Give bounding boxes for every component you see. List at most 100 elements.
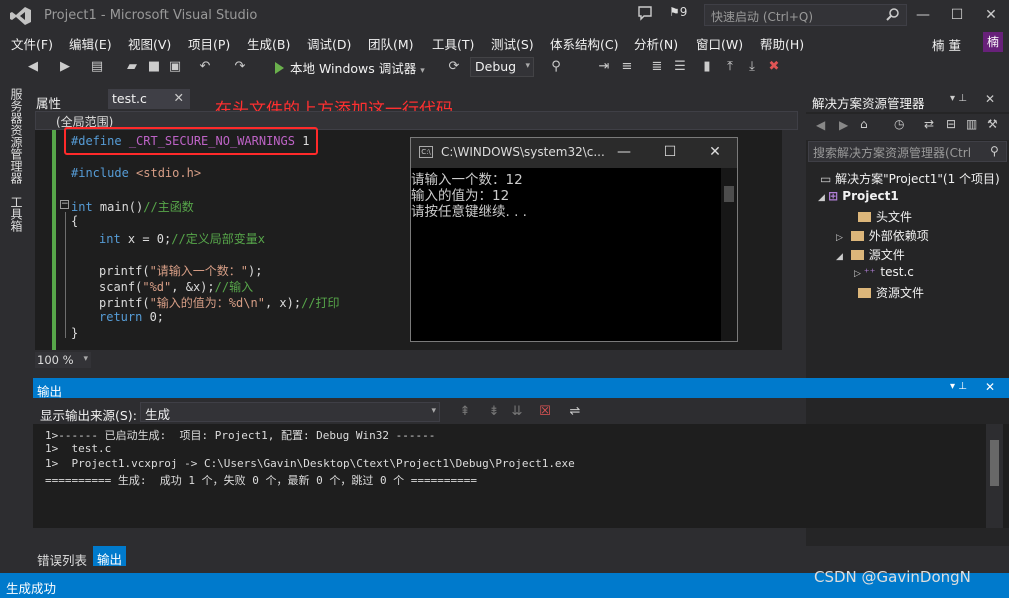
save-icon[interactable]: ■ — [147, 60, 161, 74]
close-icon[interactable]: ✕ — [985, 380, 995, 394]
goto-previous-icon[interactable]: ⇞ — [458, 405, 472, 419]
tree-header-files[interactable]: 头文件 — [858, 208, 912, 225]
tree-resource-files[interactable]: 资源文件 — [858, 284, 924, 301]
avatar[interactable]: 楠 — [983, 32, 1003, 52]
redo-icon[interactable]: ↷ — [233, 60, 247, 74]
tab-error-list[interactable]: 错误列表 — [37, 550, 87, 569]
back-icon[interactable]: ◀ — [816, 118, 825, 132]
output-line: 1> test.c — [45, 442, 112, 455]
pin-icon[interactable]: ▾ ⊥ — [950, 93, 967, 104]
sync-icon[interactable]: ⇄ — [924, 117, 934, 131]
close-icon[interactable]: ✕ — [174, 90, 184, 105]
code-text: , x); — [264, 296, 302, 310]
notifications-button[interactable]: ⚑9 — [669, 5, 687, 19]
tab-server-explorer[interactable]: 服务器资源管理器 — [8, 88, 25, 184]
menu-tools[interactable]: 工具(T) — [432, 34, 474, 53]
console-minimize-button[interactable]: — — [609, 141, 639, 163]
configuration-select[interactable]: Debug ▾ — [470, 57, 534, 77]
start-debugging-button[interactable]: 本地 Windows 调试器 ▾ — [275, 58, 425, 78]
tree-project[interactable]: ◢ ⊞ Project1 — [818, 189, 899, 203]
editor-horizontal-scrollbar[interactable] — [95, 352, 785, 368]
tab-toolbox[interactable]: 工具箱 — [8, 196, 25, 232]
comment-icon[interactable]: ≡ — [620, 60, 634, 74]
tree-external-deps[interactable]: ▷ 外部依赖项 — [836, 227, 929, 244]
console-close-button[interactable]: ✕ — [700, 141, 730, 163]
home-icon[interactable]: ⌂ — [860, 117, 868, 131]
tab-properties[interactable]: 属性 — [36, 93, 61, 112]
properties-icon[interactable]: ⚒ — [987, 117, 998, 131]
open-file-icon[interactable]: ▰ — [125, 60, 139, 74]
close-button[interactable]: ✕ — [974, 2, 1008, 28]
close-icon[interactable]: ✕ — [985, 92, 995, 106]
find-icon[interactable]: ⚲ — [549, 60, 563, 74]
new-project-icon[interactable]: ▤ — [90, 60, 104, 74]
find-message-icon[interactable]: ⇊ — [510, 405, 524, 419]
menu-architecture[interactable]: 体系结构(C) — [550, 34, 618, 53]
undo-icon[interactable]: ↶ — [198, 60, 212, 74]
solution-search-input[interactable]: 搜索解决方案资源管理器(Ctrl — [808, 141, 1007, 162]
menu-project[interactable]: 项目(P) — [188, 34, 230, 53]
expanded-arrow-icon: ◢ — [818, 193, 829, 203]
tree-solution[interactable]: ▭ 解决方案"Project1"(1 个项目) — [820, 170, 1000, 187]
uncomment-icon[interactable]: ≣ — [650, 60, 664, 74]
clear-all-icon[interactable]: ☒ — [538, 405, 552, 419]
forward-icon[interactable]: ▶ — [58, 60, 72, 74]
output-source-select[interactable]: 生成 ▾ — [140, 402, 440, 422]
feedback-icon[interactable] — [637, 5, 653, 21]
goto-next-icon[interactable]: ⇟ — [487, 405, 501, 419]
history-icon[interactable]: ◷ — [894, 117, 904, 131]
bookmark-icon[interactable]: ▮ — [700, 60, 714, 74]
code-text: printf( — [99, 296, 150, 310]
header-name: <stdio.h> — [136, 166, 202, 180]
save-all-icon[interactable]: ▣ — [168, 60, 182, 74]
search-icon[interactable]: ⚲ — [990, 144, 999, 158]
output-source-value: 生成 — [145, 407, 171, 422]
console-scroll-thumb[interactable] — [724, 186, 734, 202]
prev-bookmark-icon[interactable]: ⤒ — [723, 60, 737, 74]
menu-help[interactable]: 帮助(H) — [760, 34, 804, 53]
word-wrap-icon[interactable]: ⇌ — [568, 405, 582, 419]
menu-team[interactable]: 团队(M) — [368, 34, 414, 53]
user-name[interactable]: 楠 董 — [932, 35, 961, 54]
tree-source-files[interactable]: ◢ 源文件 — [836, 246, 905, 263]
menu-file[interactable]: 文件(F) — [11, 34, 53, 53]
minimize-button[interactable]: — — [906, 2, 940, 28]
zoom-select[interactable]: 100 % ▾ — [35, 352, 91, 368]
refresh-icon[interactable]: ⟳ — [447, 60, 461, 74]
quick-launch-input[interactable]: 快速启动 (Ctrl+Q) — [704, 4, 907, 26]
tree-test-c[interactable]: ▷ ⁺⁺ test.c — [854, 265, 914, 279]
project-icon: ⊞ — [828, 189, 843, 203]
editor-vertical-scrollbar[interactable] — [782, 130, 798, 350]
back-icon[interactable]: ◀ — [26, 60, 40, 74]
menu-debug[interactable]: 调试(D) — [307, 34, 351, 53]
menu-build[interactable]: 生成(B) — [247, 34, 290, 53]
indent-icon[interactable]: ⇥ — [597, 60, 611, 74]
menu-analyze[interactable]: 分析(N) — [634, 34, 678, 53]
tab-output[interactable]: 输出 — [93, 546, 127, 567]
forward-icon[interactable]: ▶ — [839, 118, 848, 132]
menu-test[interactable]: 测试(S) — [491, 34, 534, 53]
code-text: main() — [92, 200, 144, 214]
solution-icon: ▭ — [820, 172, 836, 186]
keyword: int — [71, 200, 93, 214]
search-icon[interactable] — [886, 7, 900, 21]
tab-test-c[interactable]: test.c ✕ — [108, 89, 190, 109]
output-panel-title: 输出 — [37, 384, 63, 399]
format-icon[interactable]: ☰ — [673, 60, 687, 74]
pin-icon[interactable]: ▾ ⊥ — [950, 381, 967, 392]
code-line-6: printf("请输入一个数："); — [99, 262, 262, 279]
folder-icon — [850, 231, 864, 241]
fold-guide — [65, 212, 66, 338]
clear-bookmarks-icon[interactable]: ✖ — [767, 60, 781, 74]
next-bookmark-icon[interactable]: ⤓ — [745, 60, 759, 74]
collapse-all-icon[interactable]: ⊟ — [946, 117, 956, 131]
menu-view[interactable]: 视图(V) — [128, 34, 171, 53]
output-scroll-thumb[interactable] — [990, 440, 999, 486]
maximize-button[interactable]: ☐ — [940, 2, 974, 28]
show-all-files-icon[interactable]: ▥ — [966, 117, 977, 131]
menu-window[interactable]: 窗口(W) — [696, 34, 743, 53]
collapsed-arrow-icon: ▷ — [836, 233, 846, 243]
console-maximize-button[interactable]: ☐ — [655, 141, 685, 163]
collapse-icon[interactable]: − — [60, 200, 69, 209]
menu-edit[interactable]: 编辑(E) — [69, 34, 112, 53]
